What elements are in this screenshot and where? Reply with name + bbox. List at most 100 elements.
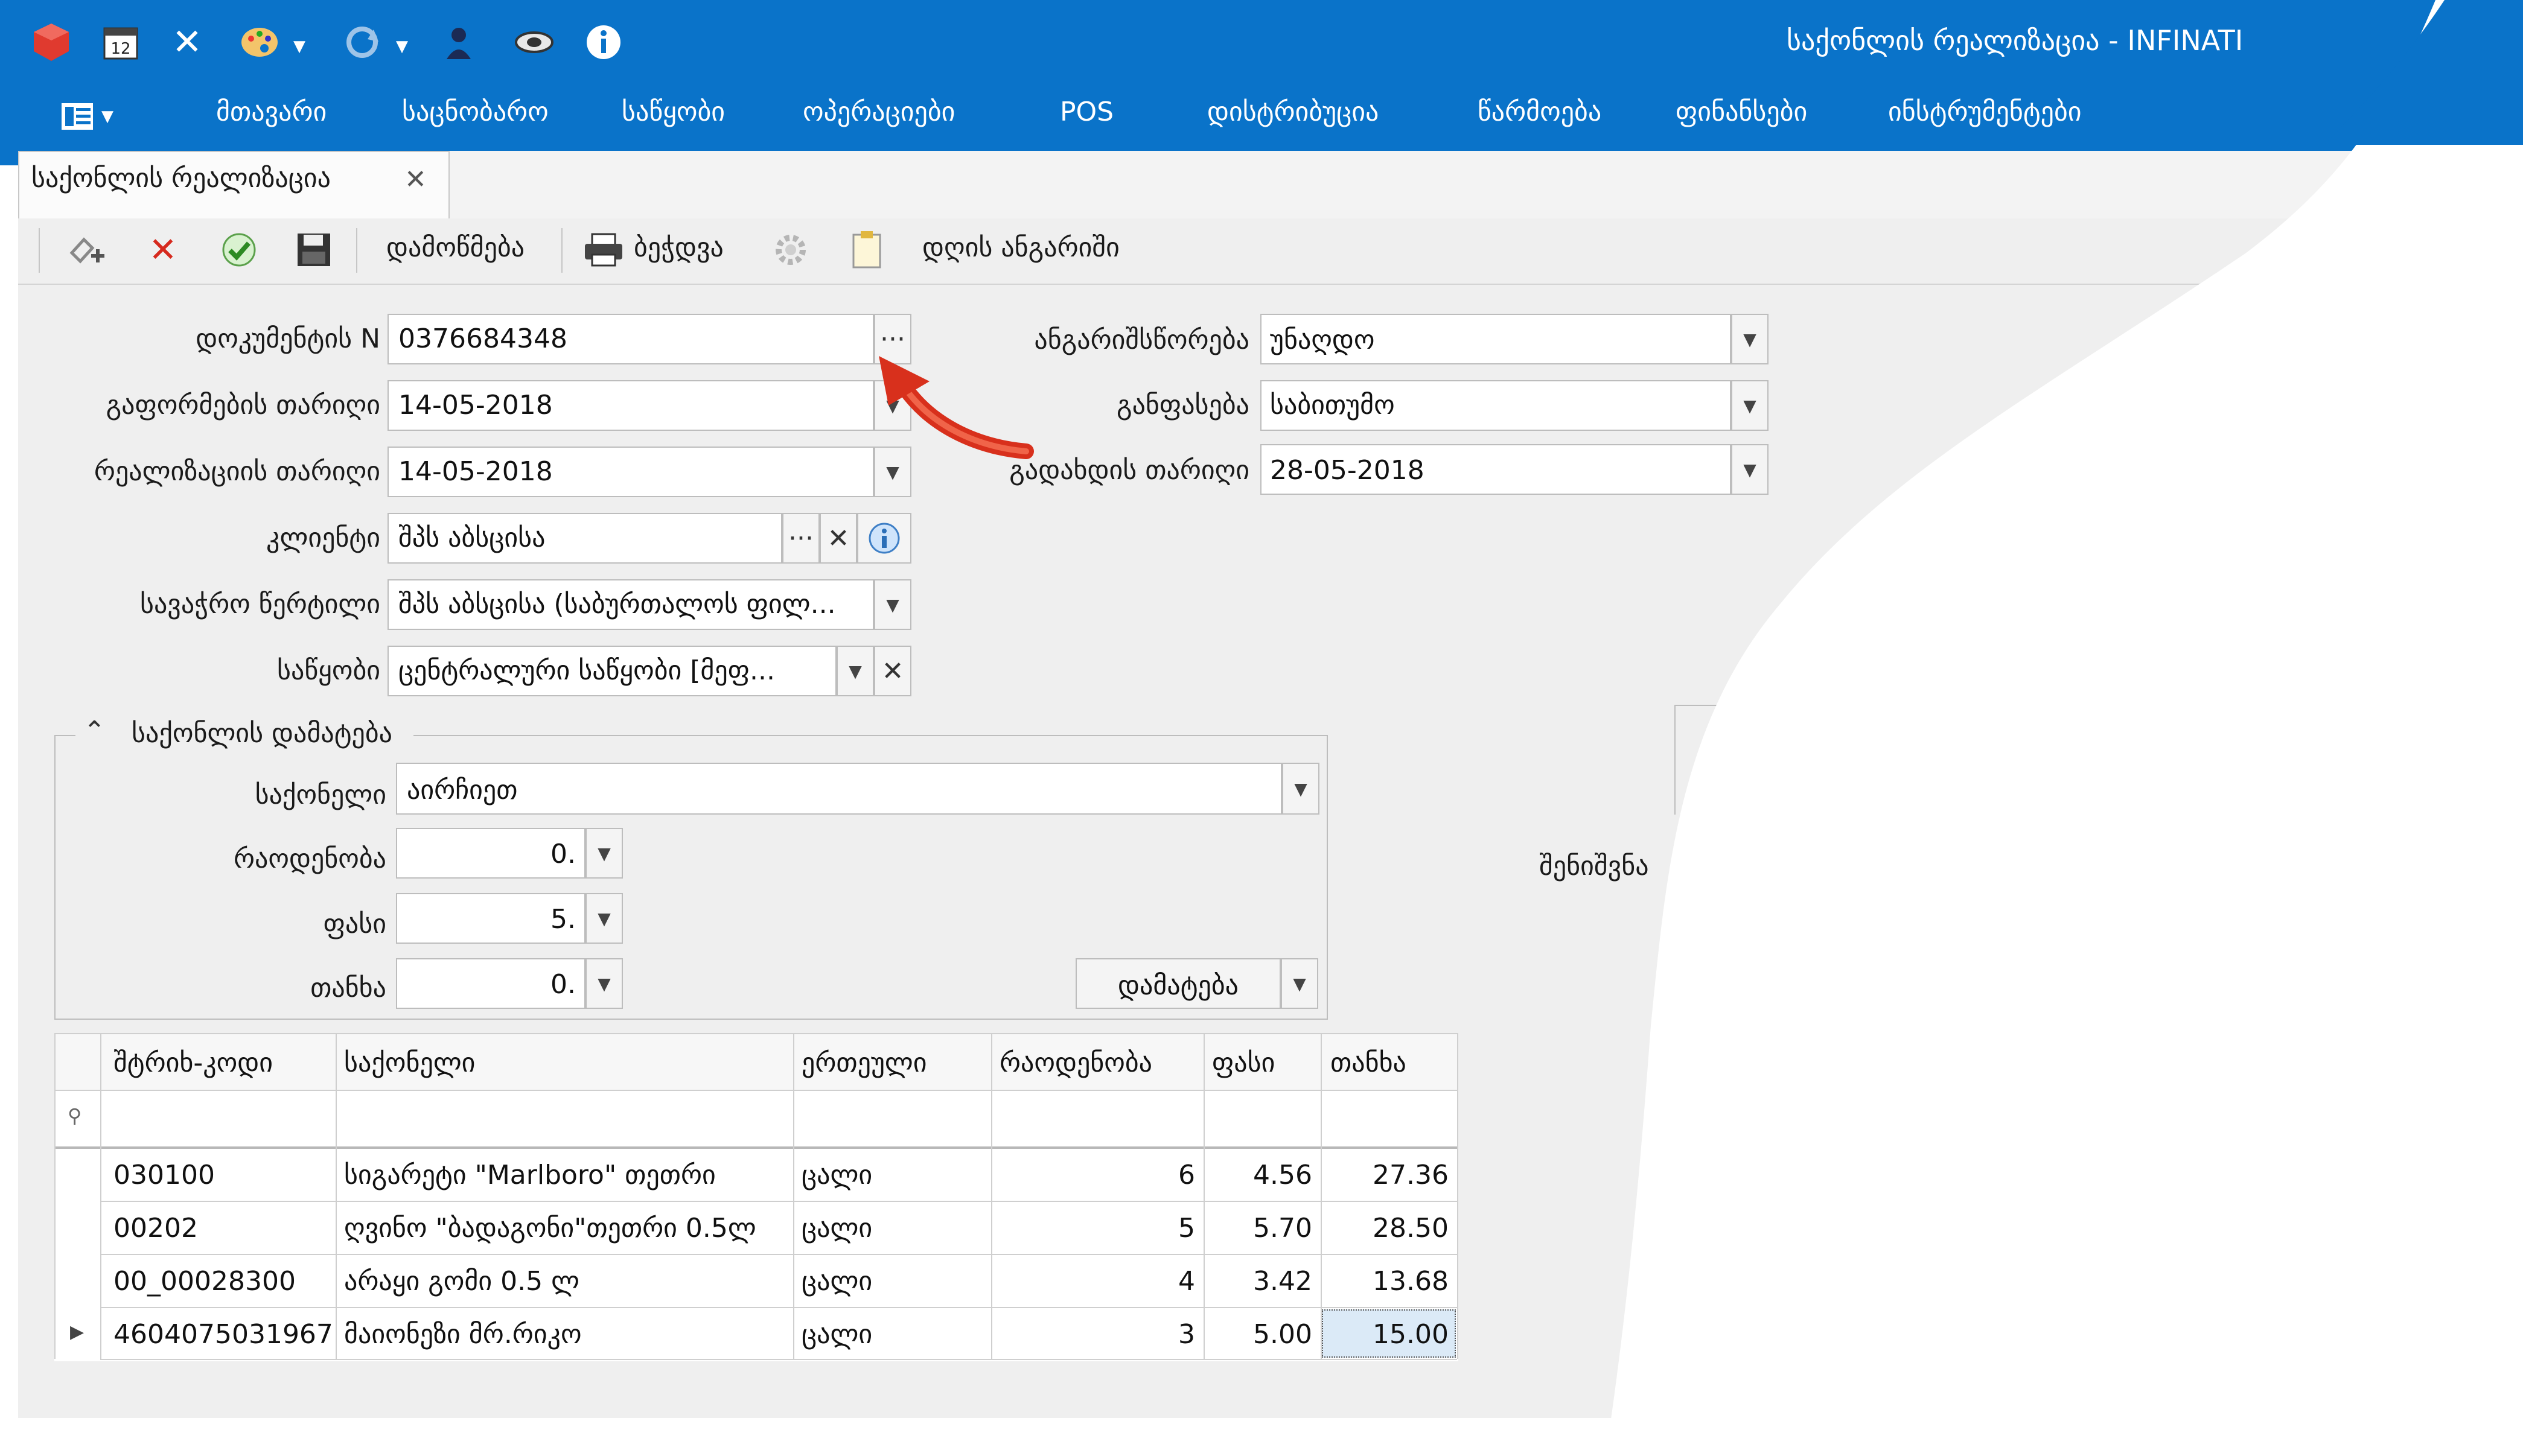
daily-report-button[interactable]: დღის ანგარიში bbox=[922, 232, 1120, 263]
pricing-dropdown[interactable]: ▼ bbox=[1731, 380, 1769, 431]
menu-warehouse[interactable]: საწყობი bbox=[622, 97, 725, 127]
tab-close-button[interactable]: ✕ bbox=[404, 164, 427, 195]
column-header-price[interactable]: ფასი bbox=[1212, 1047, 1275, 1078]
print-icon[interactable] bbox=[579, 226, 628, 274]
table-cell-amount[interactable]: 27.36 bbox=[1321, 1160, 1449, 1191]
payment-date-label: გადახდის თარიღი bbox=[1009, 455, 1249, 486]
quantity-value: 0. bbox=[550, 839, 576, 869]
settlement-dropdown[interactable]: ▼ bbox=[1731, 314, 1769, 364]
menu-production[interactable]: წარმოება bbox=[1478, 97, 1601, 127]
toolbar-separator bbox=[561, 228, 563, 273]
warehouse-clear-button[interactable]: ✕ bbox=[874, 646, 911, 696]
add-row-icon[interactable] bbox=[63, 226, 111, 274]
handshake-icon[interactable] bbox=[507, 18, 561, 66]
palette-icon[interactable] bbox=[235, 18, 284, 66]
table-cell-quantity[interactable]: 6 bbox=[991, 1160, 1195, 1191]
notes-field[interactable] bbox=[1674, 705, 1857, 815]
table-cell-unit[interactable]: ცალი bbox=[802, 1266, 872, 1297]
table-cell-unit[interactable]: ცალი bbox=[802, 1160, 872, 1191]
table-cell-price[interactable]: 5.00 bbox=[1204, 1319, 1312, 1350]
doc-number-label: დოკუმენტის N bbox=[196, 323, 380, 354]
save-icon[interactable] bbox=[290, 226, 338, 274]
amount-label: თანხა bbox=[310, 973, 386, 1003]
pricing-label: განფასება bbox=[1117, 390, 1249, 421]
table-cell-barcode[interactable]: 00202 bbox=[113, 1213, 198, 1244]
table-cell-unit[interactable]: ცალი bbox=[802, 1319, 872, 1350]
collapse-chevron-icon[interactable]: ⌃ bbox=[83, 716, 106, 746]
menu-main[interactable]: მთავარი bbox=[216, 97, 327, 127]
table-cell-amount[interactable]: 13.68 bbox=[1321, 1266, 1449, 1297]
approve-icon[interactable] bbox=[215, 226, 263, 274]
trade-point-dropdown[interactable]: ▼ bbox=[874, 579, 911, 630]
goods-label: საქონელი bbox=[255, 780, 386, 810]
user-icon[interactable] bbox=[435, 18, 483, 66]
table-cell-barcode[interactable]: 4604075031967 bbox=[113, 1319, 333, 1350]
amount-dropdown[interactable]: ▼ bbox=[585, 958, 623, 1009]
client-browse-button[interactable]: ··· bbox=[782, 513, 820, 564]
table-cell-goods[interactable]: ღვინო "ბადაგონი"თეთრი 0.5ლ bbox=[344, 1213, 756, 1244]
table-cell-price[interactable]: 3.42 bbox=[1204, 1266, 1312, 1297]
trade-point-value: შპს აბსცისა (საბურთალოს ფილ... bbox=[398, 589, 836, 620]
table-cell-goods[interactable]: სიგარეტი "Marlboro" თეთრი bbox=[344, 1160, 716, 1191]
delete-icon[interactable]: ✕ bbox=[139, 226, 187, 274]
price-value: 5. bbox=[550, 904, 576, 935]
pricing-value: საბითუმო bbox=[1270, 390, 1395, 421]
tools-icon[interactable]: ✕ bbox=[163, 18, 211, 66]
table-cell-quantity[interactable]: 3 bbox=[991, 1319, 1195, 1350]
confirm-button[interactable]: დამოწმება bbox=[386, 232, 525, 263]
calendar-icon[interactable]: 12 bbox=[97, 18, 145, 66]
tab-label: საქონლის რეალიზაცია bbox=[31, 163, 331, 194]
current-row-indicator-icon: ▶ bbox=[70, 1321, 85, 1343]
warehouse-label: საწყობი bbox=[276, 655, 380, 686]
notes-label: შენიშვნა bbox=[1539, 851, 1649, 882]
realization-date-label: რეალიზაციის თარიღი bbox=[94, 456, 380, 487]
column-header-goods[interactable]: საქონელი bbox=[344, 1047, 475, 1078]
info-icon[interactable] bbox=[579, 18, 628, 66]
amount-value: 0. bbox=[550, 969, 576, 1000]
palette-dropdown-icon[interactable]: ▼ bbox=[293, 37, 305, 56]
app-cube-icon[interactable] bbox=[24, 18, 78, 66]
table-cell-amount[interactable]: 28.50 bbox=[1321, 1213, 1449, 1244]
filter-icon[interactable]: ⚲ bbox=[68, 1104, 81, 1127]
clipboard-icon[interactable] bbox=[843, 226, 891, 274]
sync-icon[interactable] bbox=[338, 18, 386, 66]
price-dropdown[interactable]: ▼ bbox=[585, 893, 623, 944]
print-button[interactable]: ბეჭდვა bbox=[634, 232, 724, 263]
filter-row[interactable] bbox=[54, 1091, 1458, 1149]
column-header-barcode[interactable]: შტრიხ-კოდი bbox=[113, 1047, 273, 1078]
table-cell-barcode[interactable]: 00_00028300 bbox=[113, 1266, 296, 1297]
client-value: შპს აბსცისა bbox=[398, 523, 546, 553]
table-cell-price[interactable]: 5.70 bbox=[1204, 1213, 1312, 1244]
menu-directory[interactable]: საცნობარო bbox=[402, 97, 549, 127]
table-cell-quantity[interactable]: 4 bbox=[991, 1266, 1195, 1297]
client-clear-button[interactable]: ✕ bbox=[820, 513, 857, 564]
menu-distribution[interactable]: დისტრიბუცია bbox=[1207, 97, 1379, 127]
quantity-dropdown[interactable]: ▼ bbox=[585, 828, 623, 879]
client-info-icon[interactable] bbox=[857, 513, 911, 564]
payment-date-value: 28-05-2018 bbox=[1270, 455, 1424, 486]
goods-dropdown[interactable]: ▼ bbox=[1282, 763, 1319, 815]
table-cell-goods[interactable]: არაყი გომი 0.5 ლ bbox=[344, 1266, 579, 1297]
column-header-quantity[interactable]: რაოდენობა bbox=[1000, 1047, 1152, 1078]
settings-gear-icon[interactable] bbox=[767, 226, 815, 274]
menu-finances[interactable]: ფინანსები bbox=[1676, 97, 1807, 127]
menu-pos[interactable]: POS bbox=[1060, 97, 1114, 127]
column-header-amount[interactable]: თანხა bbox=[1330, 1047, 1406, 1078]
warehouse-dropdown[interactable]: ▼ bbox=[837, 646, 874, 696]
add-button-dropdown[interactable]: ▼ bbox=[1281, 958, 1318, 1009]
table-cell-goods[interactable]: მაიონეზი მრ.რიკო bbox=[344, 1319, 582, 1350]
layout-dropdown-icon[interactable]: ▼ bbox=[101, 107, 113, 126]
table-cell-amount[interactable]: 15.00 bbox=[1321, 1319, 1449, 1350]
menu-operations[interactable]: ოპერაციები bbox=[803, 97, 955, 127]
sync-dropdown-icon[interactable]: ▼ bbox=[396, 37, 408, 56]
table-cell-unit[interactable]: ცალი bbox=[802, 1213, 872, 1244]
column-header-unit[interactable]: ერთეული bbox=[802, 1047, 927, 1078]
table-cell-quantity[interactable]: 5 bbox=[991, 1213, 1195, 1244]
annotation-arrow-icon bbox=[879, 356, 1034, 459]
table-cell-price[interactable]: 4.56 bbox=[1204, 1160, 1312, 1191]
layout-menu-button[interactable]: ▼ bbox=[60, 94, 133, 139]
goods-table: შტრიხ-კოდი საქონელი ერთეული რაოდენობა ფა… bbox=[54, 1033, 1479, 1361]
payment-date-dropdown[interactable]: ▼ bbox=[1731, 444, 1769, 495]
table-cell-barcode[interactable]: 030100 bbox=[113, 1160, 215, 1191]
menu-instruments[interactable]: ინსტრუმენტები bbox=[1888, 97, 2082, 127]
